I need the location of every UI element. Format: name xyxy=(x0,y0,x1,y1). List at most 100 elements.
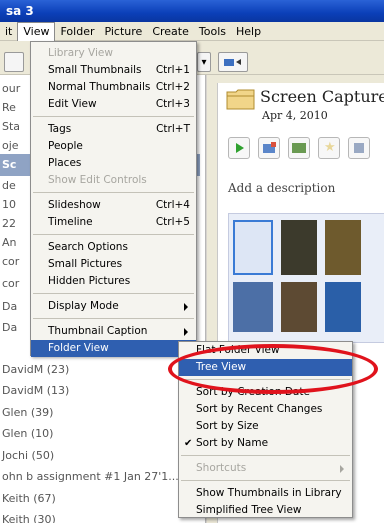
view-menu: Library View Small Thumbnails Ctrl+1 Norm… xyxy=(30,41,197,357)
menu-item-hidden-pictures[interactable]: Hidden Pictures xyxy=(31,273,196,290)
menu-item-flat-folder-view[interactable]: Flat Folder View xyxy=(179,342,352,359)
thumbnail[interactable] xyxy=(281,220,317,275)
window-title: sa 3 xyxy=(6,4,34,18)
menu-item-label: People xyxy=(48,140,83,152)
menu-item-show-edit-controls: Show Edit Controls xyxy=(31,172,196,189)
window-title-bar: sa 3 xyxy=(0,0,384,22)
menu-item-tree-view[interactable]: Tree View xyxy=(179,359,352,376)
thumbnail[interactable] xyxy=(325,220,361,275)
menu-item-label: Tags xyxy=(48,123,72,135)
thumbnail[interactable] xyxy=(233,220,273,275)
menu-tools[interactable]: Tools xyxy=(194,22,231,41)
menu-item-simplified-tree-view[interactable]: Simplified Tree View xyxy=(179,502,352,519)
menu-view[interactable]: View xyxy=(17,21,56,41)
menu-item-sort-recent-changes[interactable]: Sort by Recent Changes xyxy=(179,401,352,418)
menu-item-display-mode[interactable]: Display Mode xyxy=(31,298,196,315)
menu-item-normal-thumbnails[interactable]: Normal Thumbnails Ctrl+2 xyxy=(31,79,196,96)
menu-item-label: Search Options xyxy=(48,241,128,253)
menu-item-label: Edit View xyxy=(48,98,97,110)
menu-bar: it View Folder Picture Create Tools Help xyxy=(0,21,384,41)
menu-item-places[interactable]: Places xyxy=(31,155,196,172)
import-icon xyxy=(224,59,241,66)
menu-item-folder-view[interactable]: Folder View xyxy=(31,340,196,357)
folder-view-submenu: Flat Folder View Tree View Sort by Creat… xyxy=(178,341,353,518)
menu-item-label: Sort by Recent Changes xyxy=(196,403,323,415)
menu-item-label: Small Pictures xyxy=(48,258,123,270)
menu-item-shortcut: Ctrl+5 xyxy=(155,216,190,228)
menu-item-label: Hidden Pictures xyxy=(48,275,131,287)
menu-item-label: Sort by Size xyxy=(196,420,259,432)
menu-item-timeline[interactable]: Timeline Ctrl+5 xyxy=(31,214,196,231)
folder-row[interactable]: DavidM (13) xyxy=(0,380,200,402)
menu-item-search-options[interactable]: Search Options xyxy=(31,239,196,256)
checkmark-icon: ✔ xyxy=(184,438,193,449)
folder-row[interactable]: Glen (10) xyxy=(0,423,200,445)
menu-separator xyxy=(181,480,350,481)
menu-item-label: Folder View xyxy=(48,342,109,354)
thumbnail[interactable] xyxy=(233,282,273,332)
import-button[interactable] xyxy=(218,52,248,72)
menu-help[interactable]: Help xyxy=(231,22,266,41)
back-button[interactable] xyxy=(4,52,24,72)
submenu-arrow-icon xyxy=(340,465,344,473)
menu-item-sort-name[interactable]: ✔ Sort by Name xyxy=(179,435,352,452)
menu-separator xyxy=(33,234,194,235)
folder-row[interactable]: Keith (30) xyxy=(0,509,200,523)
thumbnail[interactable] xyxy=(281,282,317,332)
menu-item-label: Flat Folder View xyxy=(196,344,280,356)
menu-item-sort-size[interactable]: Sort by Size xyxy=(179,418,352,435)
menu-item-shortcut: Ctrl+4 xyxy=(155,199,190,211)
menu-separator xyxy=(33,116,194,117)
folder-row[interactable]: Keith (67) xyxy=(0,488,200,510)
folder-row[interactable]: DavidM (23) xyxy=(0,359,200,381)
menu-item-slideshow[interactable]: Slideshow Ctrl+4 xyxy=(31,197,196,214)
submenu-arrow-icon xyxy=(184,328,188,336)
thumbnail-grid xyxy=(228,213,384,343)
menu-item-label: Display Mode xyxy=(48,300,119,312)
folder-row[interactable]: ohn b assignment #1 Jan 27'1... xyxy=(0,466,200,488)
menu-item-small-thumbnails[interactable]: Small Thumbnails Ctrl+1 xyxy=(31,62,196,79)
menu-item-shortcut: Ctrl+3 xyxy=(155,98,190,110)
dropdown-button[interactable]: ▾ xyxy=(197,52,211,72)
folder-date: Apr 4, 2010 xyxy=(262,109,328,122)
menu-item-label: Sort by Name xyxy=(196,437,269,449)
menu-item-label: Small Thumbnails xyxy=(48,64,142,76)
menu-edit[interactable]: it xyxy=(0,22,17,41)
menu-item-sort-creation-date[interactable]: Sort by Creation Date xyxy=(179,384,352,401)
collage-button[interactable] xyxy=(288,137,310,159)
menu-item-tags[interactable]: Tags Ctrl+T xyxy=(31,121,196,138)
menu-item-shortcuts: Shortcuts xyxy=(179,460,352,477)
save-icon xyxy=(354,143,364,153)
menu-create[interactable]: Create xyxy=(147,22,194,41)
menu-item-label: Shortcuts xyxy=(196,462,247,474)
upload-button[interactable] xyxy=(258,137,280,159)
menu-item-shortcut: Ctrl+1 xyxy=(155,64,190,76)
menu-picture[interactable]: Picture xyxy=(99,22,147,41)
menu-item-label: Sort by Creation Date xyxy=(196,386,310,398)
description-field[interactable]: Add a description xyxy=(228,181,335,195)
menu-item-label: Show Edit Controls xyxy=(48,174,147,186)
menu-item-label: Timeline xyxy=(48,216,93,228)
folder-row[interactable]: Jochi (50) xyxy=(0,445,200,467)
menu-separator xyxy=(181,379,350,380)
upload-icon xyxy=(263,142,276,153)
star-button[interactable]: ★ xyxy=(318,137,340,159)
menu-separator xyxy=(33,192,194,193)
menu-item-show-thumbnails-library[interactable]: Show Thumbnails in Library xyxy=(179,485,352,502)
menu-item-thumbnail-caption[interactable]: Thumbnail Caption xyxy=(31,323,196,340)
menu-folder[interactable]: Folder xyxy=(55,22,99,41)
menu-item-people[interactable]: People xyxy=(31,138,196,155)
collage-icon xyxy=(292,143,306,153)
chevron-down-icon: ▾ xyxy=(201,56,207,68)
folder-row[interactable]: Glen (39) xyxy=(0,402,200,424)
thumbnail[interactable] xyxy=(325,282,361,332)
menu-item-small-pictures[interactable]: Small Pictures xyxy=(31,256,196,273)
folder-title[interactable]: Screen Captures xyxy=(260,87,384,106)
menu-item-label: Normal Thumbnails xyxy=(48,81,151,93)
menu-item-label: Slideshow xyxy=(48,199,101,211)
star-icon: ★ xyxy=(324,140,336,155)
menu-item-edit-view[interactable]: Edit View Ctrl+3 xyxy=(31,96,196,113)
play-slideshow-button[interactable] xyxy=(228,137,250,159)
save-button[interactable] xyxy=(348,137,370,159)
menu-separator xyxy=(33,318,194,319)
